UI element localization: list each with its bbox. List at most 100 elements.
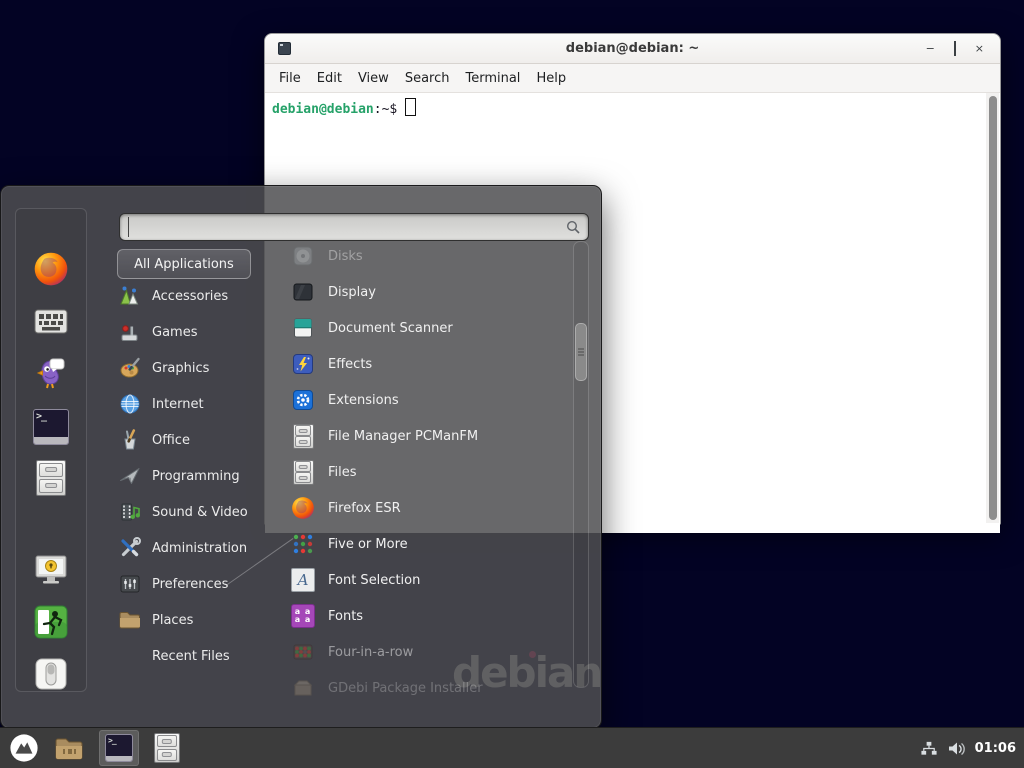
menu-search[interactable]: Search bbox=[397, 68, 458, 89]
places-icon bbox=[118, 608, 142, 632]
application-menu: >_ All Applications Accessories Ga bbox=[0, 185, 602, 729]
file-cabinet-icon bbox=[291, 424, 315, 448]
category-list: Accessories Games Graphics Internet Offi… bbox=[113, 278, 273, 674]
prompt-user-host: debian@debian bbox=[272, 102, 374, 117]
fonts-icon: a aa a bbox=[291, 604, 315, 628]
terminal-icon: >_ bbox=[33, 409, 69, 445]
app-disks[interactable]: Disks bbox=[284, 238, 572, 274]
app-four-in-a-row[interactable]: Four-in-a-row bbox=[284, 634, 572, 670]
display-icon bbox=[291, 280, 315, 304]
app-display[interactable]: Display bbox=[284, 274, 572, 310]
app-gdebi-package-installer[interactable]: GDebi Package Installer bbox=[284, 670, 572, 706]
favorite-pidgin[interactable] bbox=[33, 356, 69, 392]
maximize-icon bbox=[954, 41, 956, 56]
terminal-scrollbar-thumb[interactable] bbox=[989, 96, 997, 520]
favorite-keyboard[interactable] bbox=[33, 303, 69, 339]
favorite-logout[interactable] bbox=[33, 604, 69, 640]
window-title: debian@debian: ~ bbox=[265, 41, 1000, 56]
menu-file[interactable]: File bbox=[271, 68, 309, 89]
app-list-scrollbar[interactable] bbox=[573, 241, 589, 688]
shutdown-icon bbox=[33, 656, 69, 692]
app-extensions[interactable]: Extensions bbox=[284, 382, 572, 418]
search-input[interactable] bbox=[128, 217, 566, 237]
gdebi-icon bbox=[291, 676, 315, 700]
administration-icon bbox=[118, 536, 142, 560]
internet-icon bbox=[118, 392, 142, 416]
folder-launcher[interactable] bbox=[54, 735, 84, 761]
menu-edit[interactable]: Edit bbox=[309, 68, 350, 89]
app-five-or-more[interactable]: Five or More bbox=[284, 526, 572, 562]
minimize-button[interactable]: − bbox=[926, 43, 935, 54]
category-places[interactable]: Places bbox=[113, 602, 273, 638]
app-files[interactable]: Files bbox=[284, 454, 572, 490]
category-administration[interactable]: Administration bbox=[113, 530, 273, 566]
file-cabinet-icon bbox=[36, 460, 66, 496]
menu-help[interactable]: Help bbox=[528, 68, 574, 89]
terminal-window-icon bbox=[278, 42, 291, 55]
pidgin-icon bbox=[33, 356, 69, 392]
file-manager-launcher[interactable] bbox=[154, 733, 180, 763]
effects-icon bbox=[291, 352, 315, 376]
category-office[interactable]: Office bbox=[113, 422, 273, 458]
category-all-applications[interactable]: All Applications bbox=[117, 249, 251, 279]
terminal-scrollbar[interactable] bbox=[986, 93, 999, 523]
app-firefox-esr[interactable]: Firefox ESR bbox=[284, 490, 572, 526]
maximize-button[interactable] bbox=[954, 43, 956, 54]
prompt-suffix: :~$ bbox=[374, 102, 397, 117]
file-cabinet-icon bbox=[154, 733, 180, 763]
favorite-terminal[interactable]: >_ bbox=[33, 409, 69, 445]
app-effects[interactable]: Effects bbox=[284, 346, 572, 382]
app-file-manager-pcmanfm[interactable]: File Manager PCManFM bbox=[284, 418, 572, 454]
extensions-icon bbox=[291, 388, 315, 412]
volume-icon[interactable] bbox=[947, 740, 966, 757]
recent-files-icon-placeholder bbox=[118, 644, 142, 668]
app-fonts[interactable]: a aa a Fonts bbox=[284, 598, 572, 634]
search-box bbox=[119, 213, 589, 241]
programming-icon bbox=[118, 464, 142, 488]
system-tray: 01:06 bbox=[920, 740, 1016, 757]
accessories-icon bbox=[118, 284, 142, 308]
category-graphics[interactable]: Graphics bbox=[113, 350, 273, 386]
category-recent-files[interactable]: Recent Files bbox=[113, 638, 273, 674]
category-preferences[interactable]: Preferences bbox=[113, 566, 273, 602]
category-accessories[interactable]: Accessories bbox=[113, 278, 273, 314]
close-button[interactable]: × bbox=[975, 43, 984, 54]
category-sound-video[interactable]: Sound & Video bbox=[113, 494, 273, 530]
favorite-lock-screen[interactable] bbox=[33, 552, 69, 588]
menu-view[interactable]: View bbox=[350, 68, 397, 89]
logout-icon bbox=[33, 604, 69, 640]
menu-terminal[interactable]: Terminal bbox=[457, 68, 528, 89]
four-in-a-row-icon bbox=[291, 640, 315, 664]
clock[interactable]: 01:06 bbox=[975, 741, 1016, 756]
network-icon[interactable] bbox=[920, 740, 938, 757]
app-list-scrollbar-thumb[interactable] bbox=[575, 323, 587, 381]
scrollbar-grip-icon bbox=[578, 347, 584, 358]
document-scanner-icon bbox=[291, 316, 315, 340]
application-list: Disks Display Document Scanner Effects E… bbox=[284, 238, 572, 706]
search-icon bbox=[566, 220, 581, 235]
terminal-icon: >_ bbox=[105, 734, 133, 762]
terminal-titlebar[interactable]: debian@debian: ~ − × bbox=[265, 34, 1000, 64]
category-games[interactable]: Games bbox=[113, 314, 273, 350]
app-font-selection[interactable]: A Font Selection bbox=[284, 562, 572, 598]
app-document-scanner[interactable]: Document Scanner bbox=[284, 310, 572, 346]
office-icon bbox=[118, 428, 142, 452]
favorite-shutdown[interactable] bbox=[33, 656, 69, 692]
firefox-icon bbox=[33, 251, 69, 287]
terminal-menubar: File Edit View Search Terminal Help bbox=[265, 64, 1000, 93]
favorite-file-manager[interactable] bbox=[33, 460, 69, 496]
category-internet[interactable]: Internet bbox=[113, 386, 273, 422]
terminal-task-button[interactable]: >_ bbox=[99, 730, 139, 766]
sound-video-icon bbox=[118, 500, 142, 524]
font-selection-icon: A bbox=[291, 568, 315, 592]
five-or-more-icon bbox=[291, 532, 315, 556]
folder-icon bbox=[54, 735, 84, 761]
preferences-icon bbox=[118, 572, 142, 596]
favorite-firefox[interactable] bbox=[33, 251, 69, 287]
games-icon bbox=[118, 320, 142, 344]
firefox-icon bbox=[291, 496, 315, 520]
menu-button[interactable] bbox=[9, 733, 39, 763]
taskbar: >_ 01:06 bbox=[0, 727, 1024, 768]
category-programming[interactable]: Programming bbox=[113, 458, 273, 494]
disks-icon bbox=[291, 244, 315, 268]
